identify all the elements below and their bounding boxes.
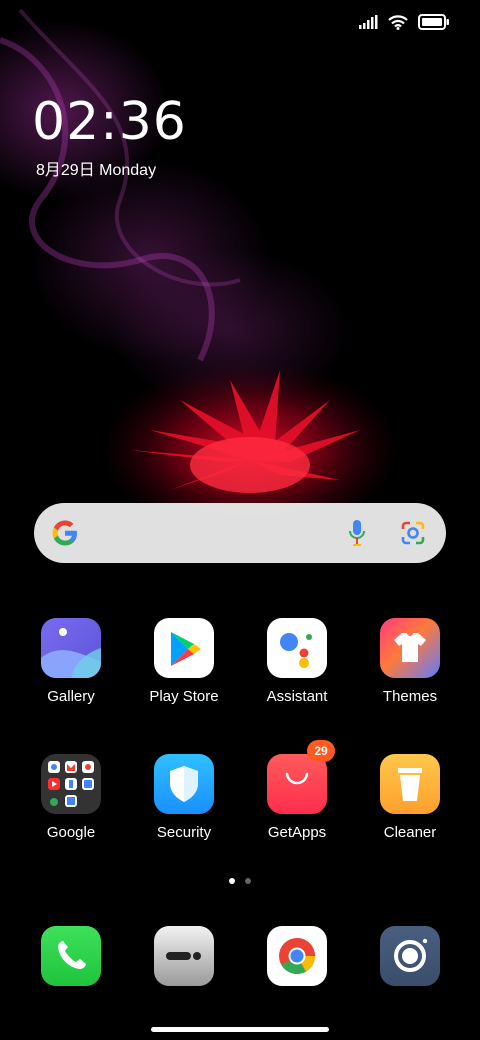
page-dot-active[interactable] [229, 878, 235, 884]
app-gallery[interactable]: Gallery [21, 618, 121, 705]
camera-icon [380, 926, 440, 986]
status-bar [358, 14, 450, 30]
google-g-icon [52, 520, 77, 546]
phone-icon [41, 926, 101, 986]
clock-time[interactable]: 02:36 [32, 92, 187, 152]
gallery-icon [41, 618, 101, 678]
dock-messaging[interactable] [134, 926, 234, 986]
app-label: Security [156, 824, 212, 841]
app-cleaner[interactable]: Cleaner [360, 754, 460, 841]
notification-badge: 29 [307, 740, 335, 762]
app-getapps[interactable]: 29 GetApps [247, 740, 347, 841]
google-search-bar[interactable] [34, 503, 446, 563]
play-store-icon [154, 618, 214, 678]
lens-icon[interactable] [400, 520, 426, 546]
page-indicator [0, 878, 480, 884]
app-label: Assistant [266, 688, 328, 705]
dock-phone[interactable] [21, 926, 121, 986]
app-label: Gallery [47, 688, 95, 705]
getapps-icon [267, 754, 327, 814]
battery-icon [418, 14, 449, 30]
app-google-folder[interactable]: Google [21, 754, 121, 841]
app-label: Cleaner [383, 824, 437, 841]
themes-icon [380, 618, 440, 678]
assistant-icon [267, 618, 327, 678]
home-gesture-bar[interactable] [151, 1027, 329, 1032]
messaging-icon [154, 926, 214, 986]
app-label: Themes [382, 688, 438, 705]
app-themes[interactable]: Themes [360, 618, 460, 705]
dock-camera[interactable] [360, 926, 460, 986]
security-icon [154, 754, 214, 814]
signal-icon [359, 15, 378, 29]
wifi-icon [388, 15, 408, 30]
google-folder-icon [41, 754, 101, 814]
app-label: Play Store [149, 688, 219, 705]
app-play-store[interactable]: Play Store [134, 618, 234, 705]
chrome-icon [267, 926, 327, 986]
app-label: Google [46, 824, 96, 841]
mic-icon[interactable] [348, 519, 366, 547]
dock-chrome[interactable] [247, 926, 347, 986]
clock-date[interactable]: 8月29日 Monday [36, 156, 156, 180]
app-label: GetApps [267, 824, 327, 841]
app-assistant[interactable]: Assistant [247, 618, 347, 705]
page-dot[interactable] [245, 878, 251, 884]
app-security[interactable]: Security [134, 754, 234, 841]
cleaner-icon [380, 754, 440, 814]
